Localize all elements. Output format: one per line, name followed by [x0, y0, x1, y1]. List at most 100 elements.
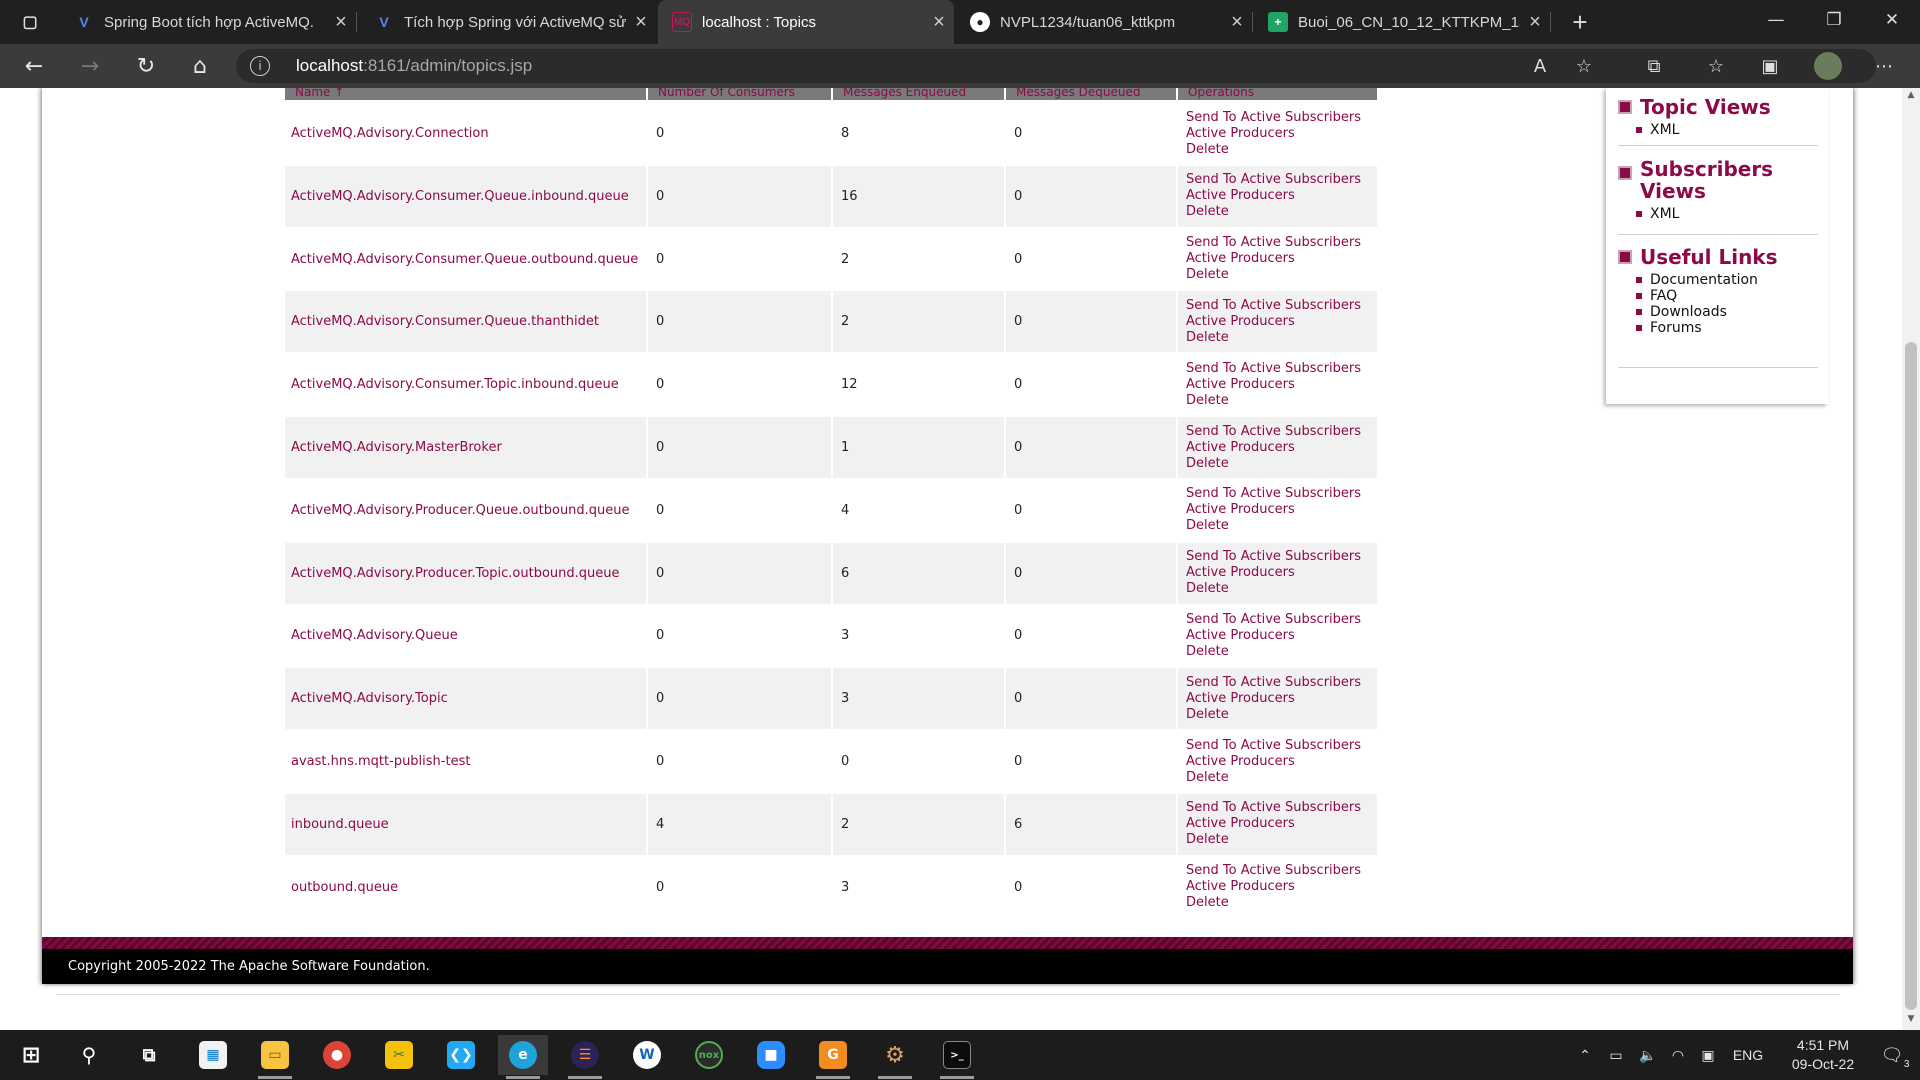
- delete-link[interactable]: Delete: [1186, 707, 1229, 723]
- notification-center-button[interactable]: 🗨 3: [1872, 1030, 1912, 1080]
- favorites-icon[interactable]: ☆: [1702, 52, 1730, 80]
- topic-name-link[interactable]: ActiveMQ.Advisory.Producer.Topic.outboun…: [291, 566, 620, 581]
- new-tab-button[interactable]: +: [1558, 0, 1602, 44]
- active-producers-link[interactable]: Active Producers: [1186, 754, 1295, 770]
- topic-name-link[interactable]: ActiveMQ.Advisory.Topic: [291, 691, 448, 706]
- active-producers-link[interactable]: Active Producers: [1186, 377, 1295, 393]
- scroll-down-icon[interactable]: ▼: [1902, 1014, 1920, 1028]
- send-to-subscribers-link[interactable]: Send To Active Subscribers: [1186, 863, 1361, 879]
- tab-actions-button[interactable]: ▢: [0, 0, 60, 44]
- faq-link[interactable]: FAQ: [1636, 288, 1818, 304]
- active-producers-link[interactable]: Active Producers: [1186, 126, 1295, 142]
- active-producers-link[interactable]: Active Producers: [1186, 691, 1295, 707]
- active-producers-link[interactable]: Active Producers: [1186, 628, 1295, 644]
- delete-link[interactable]: Delete: [1186, 895, 1229, 911]
- send-to-subscribers-link[interactable]: Send To Active Subscribers: [1186, 612, 1361, 628]
- header-dequeued[interactable]: Messages Dequeued: [1006, 88, 1176, 100]
- topic-name-link[interactable]: ActiveMQ.Advisory.Consumer.Topic.inbound…: [291, 377, 619, 392]
- language-indicator[interactable]: ENG: [1728, 1030, 1768, 1080]
- delete-link[interactable]: Delete: [1186, 330, 1229, 346]
- wps-writer-button[interactable]: W: [622, 1035, 672, 1075]
- topic-name-link[interactable]: ActiveMQ.Advisory.Consumer.Queue.inbound…: [291, 189, 629, 204]
- delete-link[interactable]: Delete: [1186, 267, 1229, 283]
- send-to-subscribers-link[interactable]: Send To Active Subscribers: [1186, 110, 1361, 126]
- tab-github-repo[interactable]: ● NVPL1234/tuan06_kttkpm ×: [956, 0, 1253, 44]
- forward-button[interactable]: →: [70, 50, 110, 82]
- header-enqueued[interactable]: Messages Enqueued: [833, 88, 1004, 100]
- edge-button[interactable]: e: [498, 1035, 548, 1079]
- volume-icon[interactable]: 🔈: [1636, 1030, 1660, 1080]
- send-to-subscribers-link[interactable]: Send To Active Subscribers: [1186, 361, 1361, 377]
- send-to-subscribers-link[interactable]: Send To Active Subscribers: [1186, 298, 1361, 314]
- delete-link[interactable]: Delete: [1186, 644, 1229, 660]
- forums-link[interactable]: Forums: [1636, 320, 1818, 336]
- tab-spring-boot-activemq[interactable]: V Spring Boot tích hợp ActiveMQ. ×: [60, 0, 357, 44]
- close-tab-icon[interactable]: ×: [1520, 11, 1550, 34]
- active-producers-link[interactable]: Active Producers: [1186, 188, 1295, 204]
- topic-name-link[interactable]: ActiveMQ.Advisory.Queue: [291, 628, 458, 643]
- delete-link[interactable]: Delete: [1186, 832, 1229, 848]
- back-button[interactable]: ←: [14, 50, 54, 82]
- tray-overflow-chevron-icon[interactable]: ⌃: [1574, 1030, 1596, 1080]
- topic-name-link[interactable]: ActiveMQ.Advisory.Connection: [291, 126, 489, 141]
- nox-button[interactable]: nox: [684, 1035, 734, 1075]
- topic-name-link[interactable]: ActiveMQ.Advisory.MasterBroker: [291, 440, 502, 455]
- close-tab-icon[interactable]: ×: [326, 11, 356, 34]
- task-view-button[interactable]: ⧉: [124, 1035, 174, 1075]
- terminal-button[interactable]: >_: [932, 1035, 982, 1079]
- scroll-up-icon[interactable]: ▲: [1902, 90, 1920, 104]
- topic-views-xml-link[interactable]: XML: [1636, 122, 1818, 138]
- close-tab-icon[interactable]: ×: [626, 11, 656, 34]
- header-name[interactable]: Name ↑: [285, 88, 646, 100]
- add-favorite-icon[interactable]: ☆: [1570, 52, 1598, 80]
- send-to-subscribers-link[interactable]: Send To Active Subscribers: [1186, 549, 1361, 565]
- more-menu-icon[interactable]: ⋯: [1870, 52, 1898, 80]
- send-to-subscribers-link[interactable]: Send To Active Subscribers: [1186, 675, 1361, 691]
- vscode-button[interactable]: ❮❯: [436, 1035, 486, 1075]
- search-button[interactable]: ⚲: [64, 1035, 114, 1075]
- active-producers-link[interactable]: Active Producers: [1186, 816, 1295, 832]
- clock[interactable]: 4:51 PM 09-Oct-22: [1772, 1030, 1874, 1080]
- battery-icon[interactable]: ▭: [1604, 1030, 1628, 1080]
- active-producers-link[interactable]: Active Producers: [1186, 251, 1295, 267]
- delete-link[interactable]: Delete: [1186, 518, 1229, 534]
- delete-link[interactable]: Delete: [1186, 581, 1229, 597]
- minimize-button[interactable]: —: [1748, 0, 1804, 40]
- topic-name-link[interactable]: ActiveMQ.Advisory.Producer.Queue.outboun…: [291, 503, 630, 518]
- foxit-pdf-button[interactable]: G: [808, 1035, 858, 1079]
- active-producers-link[interactable]: Active Producers: [1186, 502, 1295, 518]
- downloads-link[interactable]: Downloads: [1636, 304, 1818, 320]
- snipping-tool-button[interactable]: ✂: [374, 1035, 424, 1075]
- topic-name-link[interactable]: ActiveMQ.Advisory.Consumer.Queue.outboun…: [291, 252, 638, 267]
- settings-gear-button[interactable]: ⚙: [870, 1035, 920, 1079]
- active-producers-link[interactable]: Active Producers: [1186, 565, 1295, 581]
- tab-localhost-topics[interactable]: MQ localhost : Topics ×: [658, 0, 954, 44]
- topic-name-link[interactable]: avast.hns.mqtt-publish-test: [291, 754, 470, 769]
- start-button[interactable]: ⊞: [6, 1035, 56, 1075]
- send-to-subscribers-link[interactable]: Send To Active Subscribers: [1186, 486, 1361, 502]
- topic-name-link[interactable]: ActiveMQ.Advisory.Consumer.Queue.thanthi…: [291, 314, 599, 329]
- active-producers-link[interactable]: Active Producers: [1186, 314, 1295, 330]
- collections-icon[interactable]: ▣: [1756, 52, 1784, 80]
- ime-icon[interactable]: ▣: [1696, 1030, 1720, 1080]
- delete-link[interactable]: Delete: [1186, 456, 1229, 472]
- delete-link[interactable]: Delete: [1186, 142, 1229, 158]
- topic-name-link[interactable]: outbound.queue: [291, 880, 398, 895]
- read-aloud-icon[interactable]: A: [1526, 52, 1554, 80]
- zoom-button[interactable]: ■: [746, 1035, 796, 1075]
- tab-google-sheets[interactable]: + Buoi_06_CN_10_12_KTTKPM_15A ×: [1254, 0, 1551, 44]
- microsoft-store-button[interactable]: ▦: [188, 1035, 238, 1075]
- close-window-button[interactable]: ✕: [1864, 0, 1920, 40]
- active-producers-link[interactable]: Active Producers: [1186, 879, 1295, 895]
- scrollbar-thumb[interactable]: [1905, 342, 1917, 1010]
- send-to-subscribers-link[interactable]: Send To Active Subscribers: [1186, 738, 1361, 754]
- subscribers-views-xml-link[interactable]: XML: [1636, 206, 1818, 222]
- wifi-icon[interactable]: ◠: [1666, 1030, 1690, 1080]
- info-icon[interactable]: i: [250, 56, 270, 76]
- close-tab-icon[interactable]: ×: [924, 11, 954, 34]
- send-to-subscribers-link[interactable]: Send To Active Subscribers: [1186, 172, 1361, 188]
- documentation-link[interactable]: Documentation: [1636, 272, 1818, 288]
- address-bar[interactable]: i localhost:8161/admin/topics.jsp A ☆: [236, 49, 1876, 83]
- send-to-subscribers-link[interactable]: Send To Active Subscribers: [1186, 424, 1361, 440]
- home-button[interactable]: ⌂: [180, 50, 220, 82]
